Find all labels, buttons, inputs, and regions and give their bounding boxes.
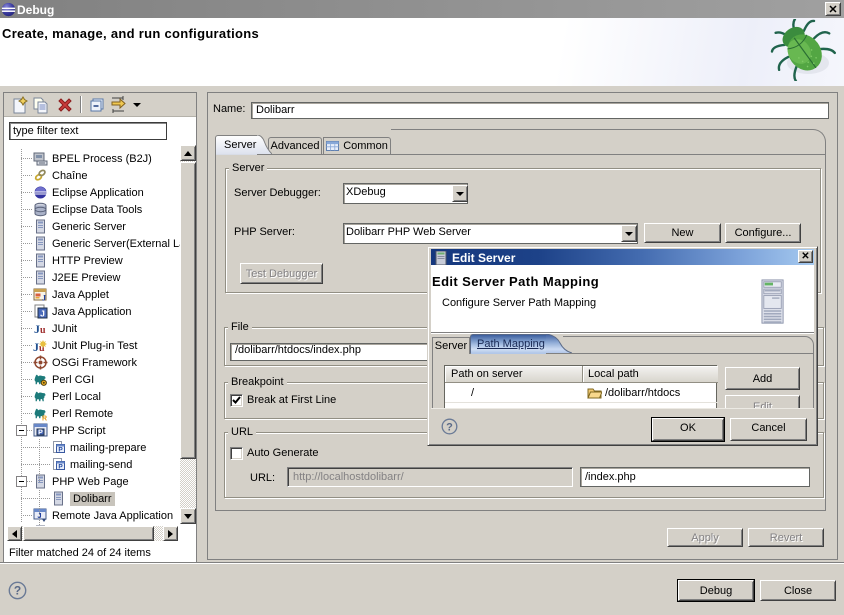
svg-text:?: ? (14, 584, 21, 598)
svg-text:J: J (42, 294, 46, 303)
svg-text:P: P (38, 430, 43, 437)
svg-text:J: J (40, 309, 45, 319)
svg-text:P: P (58, 464, 63, 471)
svg-text:P: P (58, 447, 63, 454)
svg-text:R: R (42, 416, 47, 422)
svg-text:u: u (40, 325, 46, 336)
svg-text:?: ? (446, 422, 453, 434)
